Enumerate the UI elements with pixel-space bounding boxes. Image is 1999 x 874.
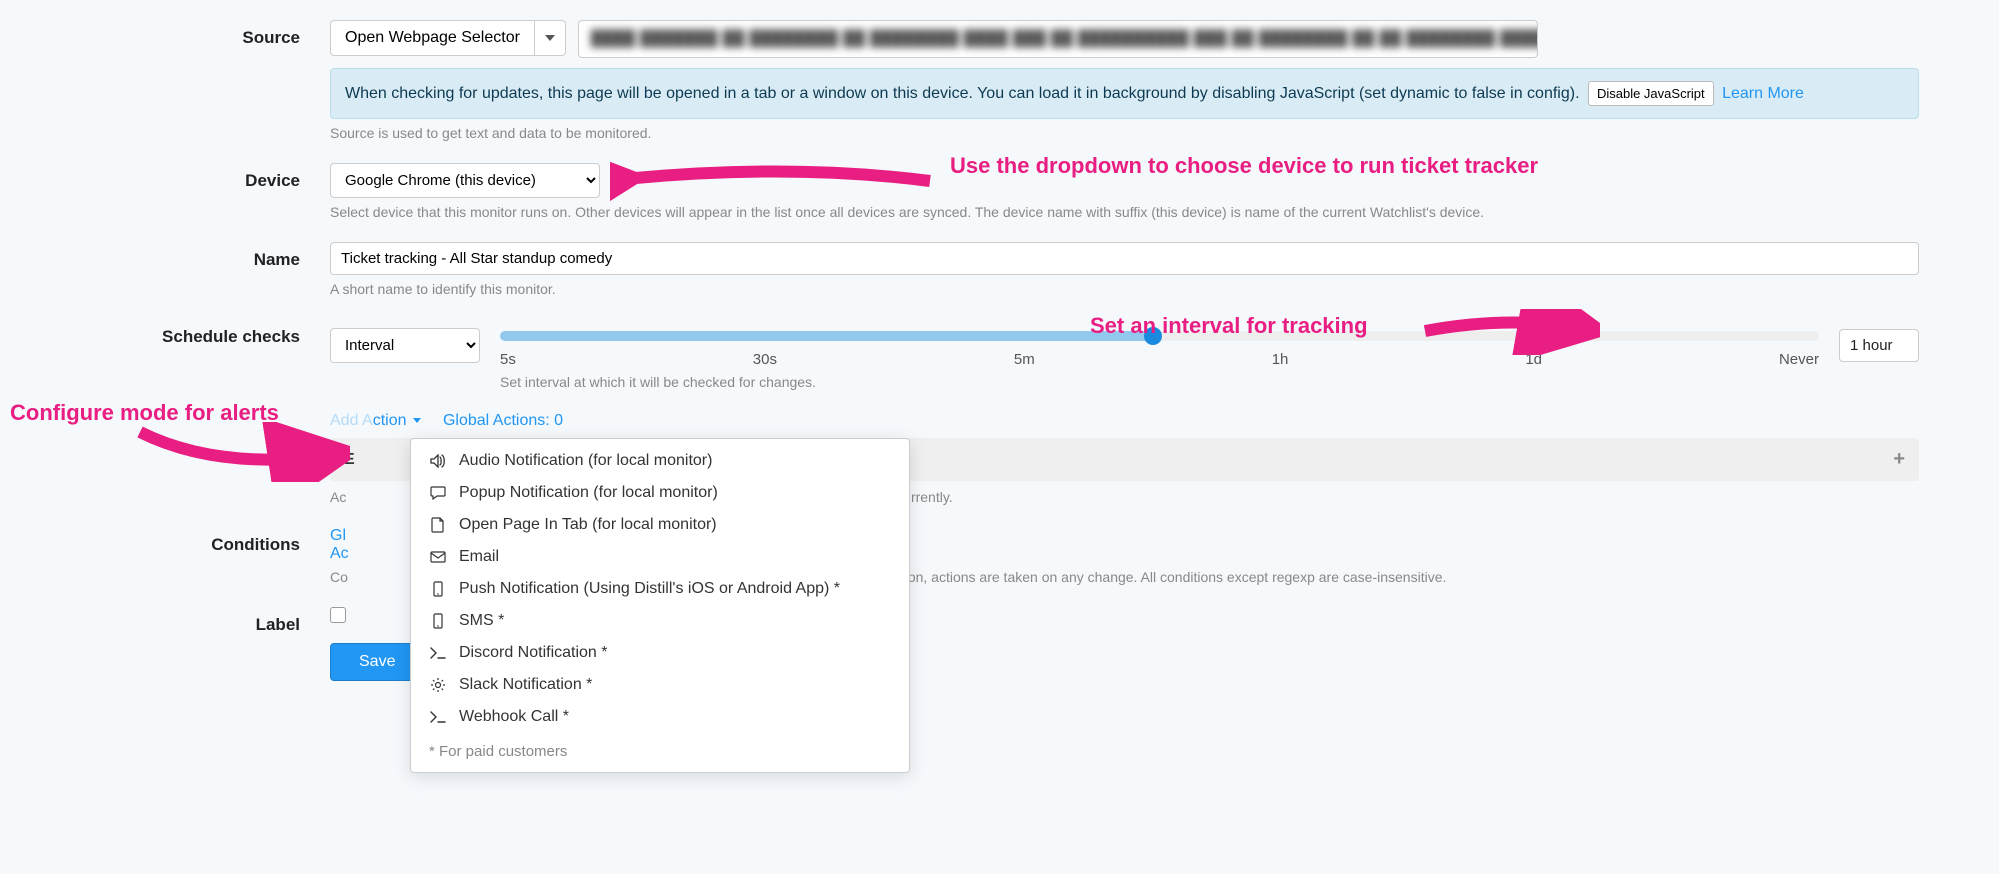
name-label: Name (30, 242, 330, 270)
action-discord-notification[interactable]: Discord Notification * (411, 637, 909, 669)
source-info-banner: When checking for updates, this page wil… (330, 68, 1919, 119)
add-action-link[interactable]: Add Action (330, 412, 421, 430)
action-webhook-call[interactable]: Webhook Call * (411, 701, 909, 733)
source-url-obscured: ████ ███████ ██ ████████ ██ ████████ ███… (591, 30, 1538, 47)
conditions-label: Conditions (30, 527, 330, 555)
action-slack-notification[interactable]: Slack Notification * (411, 669, 909, 701)
interval-slider[interactable] (500, 331, 1819, 341)
action-popup-notification[interactable]: Popup Notification (for local monitor) (411, 477, 909, 509)
interval-value-input[interactable] (1839, 329, 1919, 362)
open-webpage-selector-button[interactable]: Open Webpage Selector (330, 20, 535, 56)
interval-slider-fill (500, 331, 1153, 341)
label-checkbox[interactable] (330, 607, 346, 623)
label-label: Label (30, 607, 330, 635)
action-sms[interactable]: SMS * (411, 605, 909, 637)
source-help-text: Source is used to get text and data to b… (330, 125, 1919, 141)
name-help-text: A short name to identify this monitor. (330, 281, 1919, 297)
dropdown-paid-note: * For paid customers (411, 733, 909, 766)
action-audio-notification[interactable]: Audio Notification (for local monitor) (411, 445, 909, 477)
volume-icon (429, 454, 447, 468)
disable-javascript-button[interactable]: Disable JavaScript (1588, 81, 1714, 106)
annotation-device-text: Use the dropdown to choose device to run… (950, 153, 1538, 179)
conditions-link-1[interactable]: Gl (330, 527, 346, 544)
schedule-type-select[interactable]: Interval (330, 328, 480, 363)
device-select[interactable]: Google Chrome (this device) (330, 163, 600, 198)
schedule-label: Schedule checks (30, 319, 330, 347)
chevron-down-icon (413, 418, 421, 423)
device-label: Device (30, 163, 330, 191)
chevron-down-icon (545, 35, 555, 41)
learn-more-link[interactable]: Learn More (1722, 85, 1804, 102)
conditions-link-2[interactable]: Ac (330, 545, 349, 562)
schedule-help-text: Set interval at which it will be checked… (500, 374, 1919, 390)
action-open-page-in-tab[interactable]: Open Page In Tab (for local monitor) (411, 509, 909, 541)
add-action-plus-button[interactable]: + (1893, 448, 1905, 471)
action-push-notification[interactable]: Push Notification (Using Distill's iOS o… (411, 573, 909, 605)
global-actions-link[interactable]: Global Actions: 0 (443, 412, 563, 430)
source-url-input[interactable]: ████ ███████ ██ ████████ ██ ████████ ███… (578, 20, 1538, 58)
open-webpage-selector-dropdown[interactable] (535, 20, 566, 56)
interval-slider-thumb[interactable] (1144, 327, 1162, 345)
chat-bubble-icon (429, 486, 447, 500)
page-icon (429, 517, 447, 533)
mobile-icon (429, 581, 447, 597)
source-label: Source (30, 20, 330, 48)
add-action-dropdown: Audio Notification (for local monitor) P… (410, 438, 910, 773)
interval-slider-ticks: 5s 30s 5m 1h 1d Never (500, 351, 1819, 368)
terminal-icon (429, 647, 447, 659)
name-input[interactable] (330, 242, 1919, 275)
gear-icon (429, 677, 447, 693)
action-email[interactable]: Email (411, 541, 909, 573)
device-help-text: Select device that this monitor runs on.… (330, 204, 1919, 220)
envelope-icon (429, 551, 447, 563)
mobile-icon (429, 613, 447, 629)
source-info-text: When checking for updates, this page wil… (345, 85, 1580, 102)
terminal-icon (429, 711, 447, 723)
action-entry-label: E (344, 451, 355, 469)
